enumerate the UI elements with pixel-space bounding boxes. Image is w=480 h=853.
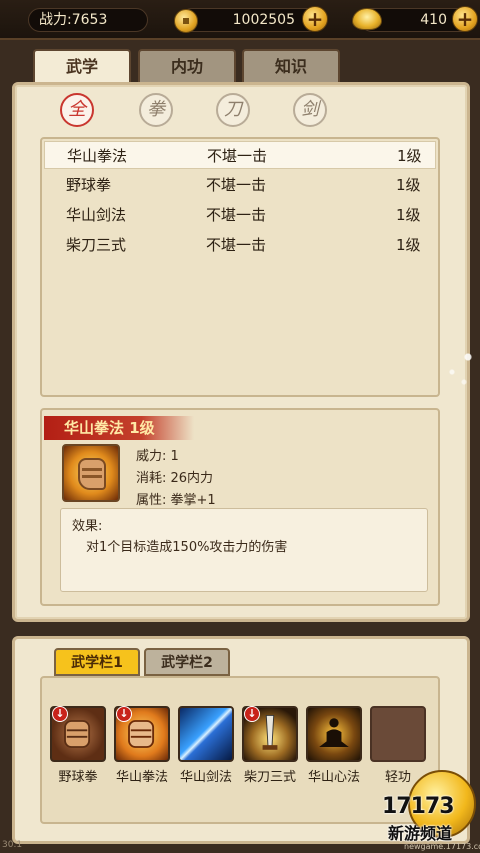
skill-damage-rating: 不堪一击 bbox=[206, 206, 267, 224]
skill-level: 1级 bbox=[396, 236, 421, 254]
skill-level: 1级 bbox=[396, 176, 421, 194]
skill-level: 1级 bbox=[397, 147, 422, 165]
list-item[interactable]: 华山剑法 不堪一击 1级 bbox=[44, 201, 436, 229]
category-sword-button[interactable]: 剑 bbox=[293, 93, 327, 127]
sparkle-effect bbox=[440, 342, 480, 392]
tab-inner-skill[interactable]: 内功 bbox=[138, 49, 236, 82]
skill-list: 华山拳法 不堪一击 1级 野球拳 不堪一击 1级 华山剑法 不堪一击 1级 柴刀… bbox=[40, 137, 440, 397]
skill-damage-rating: 不堪一击 bbox=[206, 236, 267, 254]
watermark-subtitle: 新游频道 bbox=[388, 824, 453, 843]
skill-damage-rating: 不堪一击 bbox=[207, 147, 268, 165]
skill-name: 华山剑法 bbox=[66, 206, 127, 224]
category-fist-button[interactable]: 拳 bbox=[139, 93, 173, 127]
tab-skill-bar-2[interactable]: 武学栏2 bbox=[144, 648, 230, 676]
down-arrow-icon: ↓ bbox=[244, 706, 260, 722]
category-blade-button[interactable]: 刀 bbox=[216, 93, 250, 127]
slot-label: 华山心法 bbox=[307, 770, 360, 785]
skill-detail-title: 华山拳法 1级 bbox=[44, 416, 194, 440]
slot-label: 野球拳 bbox=[58, 770, 98, 785]
watermark-url: newgame.17173.com bbox=[404, 842, 480, 851]
skill-damage-rating: 不堪一击 bbox=[206, 176, 267, 194]
list-item[interactable]: 野球拳 不堪一击 1级 bbox=[44, 171, 436, 199]
slot-label: 华山拳法 bbox=[115, 770, 168, 785]
add-gold-button[interactable]: + bbox=[452, 6, 478, 32]
skill-name: 华山拳法 bbox=[67, 147, 128, 165]
slot-label: 华山剑法 bbox=[179, 770, 232, 785]
fist-icon bbox=[62, 444, 120, 502]
skill-level: 1级 bbox=[396, 206, 421, 224]
sword-icon[interactable] bbox=[178, 706, 234, 762]
list-item[interactable]: 华山拳法 不堪一击 1级 bbox=[44, 141, 436, 169]
tab-skill-bar-1[interactable]: 武学栏1 bbox=[54, 648, 140, 676]
version-label: 30.1 bbox=[2, 840, 23, 850]
add-coins-button[interactable]: + bbox=[302, 6, 328, 32]
empty-skill-slot[interactable] bbox=[370, 706, 426, 762]
meditation-icon[interactable] bbox=[306, 706, 362, 762]
effect-label: 效果: bbox=[72, 519, 103, 534]
tab-martial-arts[interactable]: 武学 bbox=[33, 49, 131, 82]
stat-attribute: 属性: 拳掌+1 bbox=[136, 493, 216, 508]
effect-description: 对1个目标造成150%攻击力的伤害 bbox=[86, 540, 288, 555]
coin-icon bbox=[174, 9, 198, 33]
slot-label: 柴刀三式 bbox=[243, 770, 296, 785]
down-arrow-icon: ↓ bbox=[52, 706, 68, 722]
tab-knowledge[interactable]: 知识 bbox=[242, 49, 340, 82]
category-all-button[interactable]: 全 bbox=[60, 93, 94, 127]
skill-name: 野球拳 bbox=[66, 176, 112, 194]
stat-cost: 消耗: 26内力 bbox=[136, 471, 214, 486]
coin-count: 1002505 bbox=[180, 8, 320, 32]
combat-power: 战力:7653 bbox=[28, 8, 148, 32]
down-arrow-icon: ↓ bbox=[116, 706, 132, 722]
list-item[interactable]: 柴刀三式 不堪一击 1级 bbox=[44, 231, 436, 259]
skill-name: 柴刀三式 bbox=[66, 236, 127, 254]
gold-ingot-icon bbox=[352, 8, 382, 30]
stat-power: 威力: 1 bbox=[136, 449, 179, 464]
watermark-number: 17173 bbox=[382, 794, 455, 819]
